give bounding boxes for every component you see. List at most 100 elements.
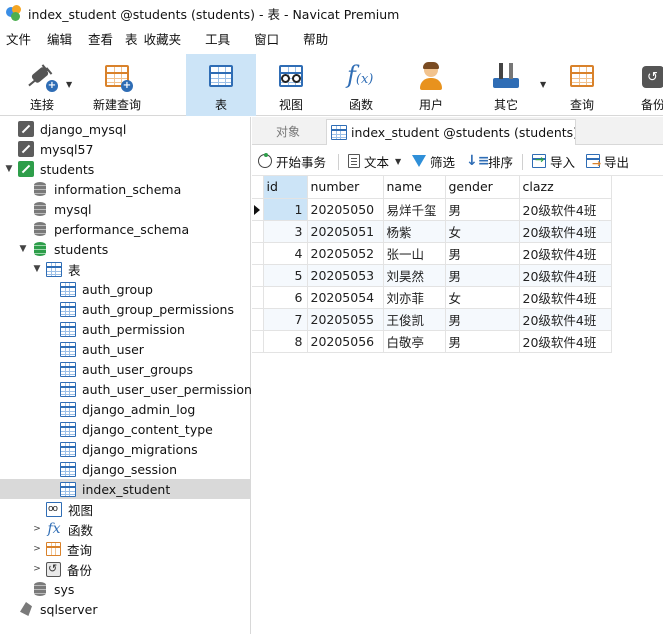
tree-table-item[interactable]: auth_user_groups bbox=[0, 359, 250, 379]
sort-button[interactable]: ↓≡ 排序 bbox=[466, 152, 513, 170]
tree-connection-mysql57[interactable]: mysql57 bbox=[0, 139, 250, 159]
tree-connection-sqlserver[interactable]: sqlserver bbox=[0, 599, 250, 619]
tree-tables-folder[interactable]: ▼ 表 bbox=[0, 259, 250, 279]
table-row[interactable]: 1 20205050 易烊千玺 男 20级软件4班 bbox=[252, 198, 612, 221]
export-button[interactable]: 导出 bbox=[586, 152, 629, 170]
column-header-id[interactable]: id bbox=[263, 176, 308, 199]
menu-edit[interactable]: 编辑 bbox=[39, 28, 80, 52]
tab-objects[interactable]: 对象 bbox=[252, 121, 324, 145]
table-row[interactable]: 3 20205051 杨紫 女 20级软件4班 bbox=[252, 220, 612, 243]
cell-clazz[interactable]: 20级软件4班 bbox=[519, 242, 612, 265]
column-header-gender[interactable]: gender bbox=[445, 176, 520, 199]
menu-tools[interactable]: 工具 bbox=[189, 28, 238, 52]
tree-db-students[interactable]: ▼ students bbox=[0, 239, 250, 259]
cell-number[interactable]: 20205054 bbox=[307, 286, 384, 309]
other-dropdown-icon[interactable]: ▼ bbox=[540, 80, 546, 89]
cell-number[interactable]: 20205056 bbox=[307, 330, 384, 353]
chevron-right-icon[interactable]: > bbox=[32, 544, 42, 554]
function-button[interactable]: f(x) 函数 bbox=[328, 54, 394, 116]
cell-clazz[interactable]: 20级软件4班 bbox=[519, 198, 612, 221]
import-button[interactable]: 导入 bbox=[532, 152, 575, 170]
chevron-down-icon[interactable]: ▼ bbox=[32, 264, 42, 274]
chevron-right-icon[interactable]: > bbox=[32, 524, 42, 534]
tree-db-information-schema[interactable]: information_schema bbox=[0, 179, 250, 199]
tree-db-sys[interactable]: sys bbox=[0, 579, 250, 599]
table-row[interactable]: 8 20205056 白敬亭 男 20级软件4班 bbox=[252, 330, 612, 353]
menu-help[interactable]: 帮助 bbox=[287, 28, 336, 52]
cell-id[interactable]: 3 bbox=[263, 220, 308, 243]
row-marker[interactable] bbox=[252, 308, 264, 331]
cell-name[interactable]: 刘亦菲 bbox=[383, 286, 446, 309]
user-button[interactable]: 用户 bbox=[398, 54, 464, 116]
cell-number[interactable]: 20205051 bbox=[307, 220, 384, 243]
menu-view[interactable]: 查看 bbox=[80, 28, 121, 52]
cell-clazz[interactable]: 20级软件4班 bbox=[519, 330, 612, 353]
tree-table-item[interactable]: auth_group_permissions bbox=[0, 299, 250, 319]
tree-backups-folder[interactable]: > 备份 bbox=[0, 559, 250, 579]
tree-connection-django-mysql[interactable]: django_mysql bbox=[0, 119, 250, 139]
tree-db-mysql[interactable]: mysql bbox=[0, 199, 250, 219]
cell-clazz[interactable]: 20级软件4班 bbox=[519, 264, 612, 287]
tree-table-item[interactable]: django_session bbox=[0, 459, 250, 479]
tree-table-item[interactable]: django_migrations bbox=[0, 439, 250, 459]
cell-clazz[interactable]: 20级软件4班 bbox=[519, 308, 612, 331]
other-button[interactable]: 其它 bbox=[476, 54, 536, 116]
cell-name[interactable]: 易烊千玺 bbox=[383, 198, 446, 221]
table-button[interactable]: 表 bbox=[186, 54, 256, 116]
cell-gender[interactable]: 男 bbox=[445, 198, 520, 221]
connect-button[interactable]: + 连接 bbox=[14, 54, 70, 116]
cell-id[interactable]: 7 bbox=[263, 308, 308, 331]
begin-transaction-button[interactable]: 开始事务 bbox=[258, 152, 326, 170]
cell-number[interactable]: 20205052 bbox=[307, 242, 384, 265]
chevron-down-icon[interactable]: ▼ bbox=[395, 157, 401, 166]
tree-connection-students[interactable]: ▼ students bbox=[0, 159, 250, 179]
column-header-clazz[interactable]: clazz bbox=[519, 176, 612, 199]
table-row[interactable]: 6 20205054 刘亦菲 女 20级软件4班 bbox=[252, 286, 612, 309]
table-row[interactable]: 7 20205055 王俊凯 男 20级软件4班 bbox=[252, 308, 612, 331]
cell-name[interactable]: 杨紫 bbox=[383, 220, 446, 243]
cell-id[interactable]: 4 bbox=[263, 242, 308, 265]
cell-id[interactable]: 1 bbox=[263, 198, 308, 221]
row-marker[interactable] bbox=[252, 330, 264, 353]
cell-number[interactable]: 20205050 bbox=[307, 198, 384, 221]
cell-id[interactable]: 5 bbox=[263, 264, 308, 287]
table-row[interactable]: 4 20205052 张一山 男 20级软件4班 bbox=[252, 242, 612, 265]
table-row[interactable]: 5 20205053 刘昊然 男 20级软件4班 bbox=[252, 264, 612, 287]
tree-table-item-selected[interactable]: index_student bbox=[0, 479, 250, 499]
row-marker[interactable] bbox=[252, 198, 264, 221]
cell-id[interactable]: 6 bbox=[263, 286, 308, 309]
row-marker[interactable] bbox=[252, 264, 264, 287]
tree-table-item[interactable]: auth_permission bbox=[0, 319, 250, 339]
tree-table-item[interactable]: auth_group bbox=[0, 279, 250, 299]
column-header-name[interactable]: name bbox=[383, 176, 446, 199]
chevron-down-icon[interactable]: ▼ bbox=[4, 164, 14, 174]
filter-button[interactable]: 筛选 bbox=[412, 152, 455, 170]
cell-gender[interactable]: 男 bbox=[445, 264, 520, 287]
backup-button[interactable]: ↺ 备份 bbox=[630, 54, 663, 116]
query-button[interactable]: 查询 bbox=[552, 54, 612, 116]
tab-index-student[interactable]: index_student @students (students) ... bbox=[326, 119, 576, 145]
chevron-down-icon[interactable]: ▼ bbox=[18, 244, 28, 254]
new-query-button[interactable]: + 新建查询 bbox=[88, 54, 146, 116]
text-view-button[interactable]: 文本 ▼ bbox=[348, 152, 401, 170]
chevron-right-icon[interactable]: > bbox=[32, 564, 42, 574]
cell-name[interactable]: 张一山 bbox=[383, 242, 446, 265]
menu-file[interactable]: 文件 bbox=[0, 28, 39, 52]
menu-favorites[interactable]: 收藏夹 bbox=[142, 28, 190, 52]
menu-table[interactable]: 表 bbox=[121, 28, 142, 52]
cell-gender[interactable]: 女 bbox=[445, 286, 520, 309]
cell-gender[interactable]: 男 bbox=[445, 308, 520, 331]
cell-clazz[interactable]: 20级软件4班 bbox=[519, 220, 612, 243]
tree-table-item[interactable]: django_admin_log bbox=[0, 399, 250, 419]
view-button[interactable]: 视图 bbox=[258, 54, 324, 116]
cell-gender[interactable]: 男 bbox=[445, 242, 520, 265]
tree-functions-folder[interactable]: > fx 函数 bbox=[0, 519, 250, 539]
tree-table-item[interactable]: auth_user bbox=[0, 339, 250, 359]
tree-table-item[interactable]: auth_user_user_permissions bbox=[0, 379, 258, 399]
cell-name[interactable]: 王俊凯 bbox=[383, 308, 446, 331]
cell-gender[interactable]: 男 bbox=[445, 330, 520, 353]
tree-views-folder[interactable]: 视图 bbox=[0, 499, 250, 519]
cell-name[interactable]: 刘昊然 bbox=[383, 264, 446, 287]
tree-queries-folder[interactable]: > 查询 bbox=[0, 539, 250, 559]
cell-name[interactable]: 白敬亭 bbox=[383, 330, 446, 353]
